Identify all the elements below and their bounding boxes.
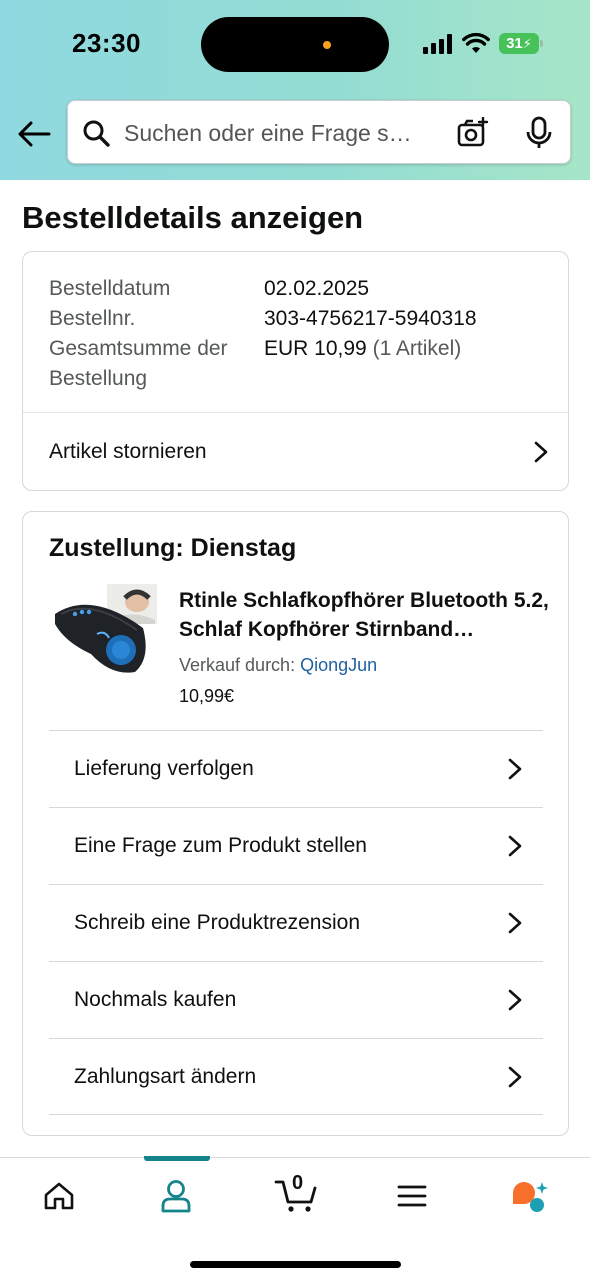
order-actions: Lieferung verfolgen Eine Frage zum Produ… (49, 730, 543, 1115)
track-delivery-button[interactable]: Lieferung verfolgen (49, 730, 543, 807)
ask-question-button[interactable]: Eine Frage zum Produkt stellen (49, 807, 543, 884)
product-image[interactable] (51, 584, 157, 678)
nav-home[interactable] (29, 1176, 89, 1216)
info-label: Bestelldatum (49, 277, 171, 300)
active-tab-indicator (144, 1156, 210, 1161)
seller-link[interactable]: QiongJun (300, 655, 377, 675)
privacy-indicator-icon (323, 41, 331, 49)
order-info: Bestelldatum 02.02.2025 Bestellnr. 303-4… (49, 274, 529, 394)
status-bar: 23:30 31⚡ (0, 0, 590, 90)
cancel-item-link[interactable]: Artikel stornieren (49, 413, 549, 491)
order-summary-card: Bestelldatum 02.02.2025 Bestellnr. 303-4… (22, 251, 569, 491)
cancel-item-label: Artikel stornieren (49, 440, 207, 463)
info-value: 303-4756217-5940318 (264, 307, 477, 330)
status-time: 23:30 (72, 28, 141, 58)
buy-again-button[interactable]: Nochmals kaufen (49, 961, 543, 1038)
write-review-button[interactable]: Schreib eine Produktrezension (49, 884, 543, 961)
home-indicator (190, 1261, 401, 1268)
info-value: 02.02.2025 (264, 277, 370, 300)
chevron-right-icon (508, 835, 522, 857)
battery-level: 31 (506, 35, 523, 52)
order-date-row: Bestelldatum 02.02.2025 (49, 274, 529, 304)
chevron-right-icon (508, 989, 522, 1011)
item-count: (1 Artikel) (372, 337, 462, 360)
rufus-icon (513, 1182, 548, 1212)
order-number-row: Bestellnr. 303-4756217-5940318 (49, 304, 529, 334)
info-value-wrap: EUR 10,99 (1 Artikel) (264, 334, 461, 394)
nav-menu[interactable] (382, 1176, 442, 1216)
delivery-title: Zustellung: Dienstag (49, 534, 297, 562)
change-payment-button[interactable]: Zahlungsart ändern (49, 1038, 543, 1115)
chevron-right-icon (508, 1066, 522, 1087)
cart-count-badge: 0 (292, 1172, 304, 1194)
camera-search-icon[interactable] (457, 117, 489, 149)
dynamic-island (201, 17, 389, 72)
chevron-right-icon (508, 912, 522, 934)
search-input[interactable] (124, 111, 444, 155)
info-label: Gesamtsumme der Bestellung (49, 337, 228, 390)
battery-indicator: 31⚡ (499, 33, 543, 54)
search-bar[interactable] (67, 100, 571, 164)
seller-prefix: Verkauf durch: (179, 655, 296, 675)
info-value: EUR 10,99 (264, 337, 367, 360)
microphone-icon[interactable] (525, 116, 553, 150)
info-label: Bestellnr. (49, 307, 136, 330)
wifi-icon (462, 32, 490, 53)
arrow-left-icon (18, 121, 51, 147)
product-price: 10,99€ (179, 686, 235, 706)
chevron-right-icon (508, 758, 522, 780)
nav-rufus[interactable] (499, 1176, 559, 1216)
action-label: Eine Frage zum Produkt stellen (74, 834, 367, 857)
seller-line: Verkauf durch: QiongJun (179, 655, 377, 676)
search-icon (83, 120, 110, 147)
back-button[interactable] (14, 116, 54, 152)
action-label: Lieferung verfolgen (74, 757, 254, 780)
product-title-link[interactable]: Rtinle Schlafkopfhörer Bluetooth 5.2, Sc… (179, 586, 549, 644)
action-label: Zahlungsart ändern (74, 1064, 257, 1088)
order-total-row: Gesamtsumme der Bestellung EUR 10,99 (1 … (49, 334, 529, 394)
chevron-right-icon (534, 441, 548, 463)
cellular-signal-icon (423, 34, 455, 54)
action-label: Schreib eine Produktrezension (74, 911, 361, 934)
account-icon (161, 1180, 191, 1213)
menu-icon (397, 1185, 427, 1207)
home-icon (44, 1182, 74, 1210)
delivery-card: Zustellung: Dienstag Rtinle Schlafkopfhö… (22, 511, 569, 1136)
page-title: Bestelldetails anzeigen (22, 200, 364, 235)
action-label: Nochmals kaufen (74, 988, 237, 1011)
nav-account[interactable] (146, 1176, 206, 1216)
